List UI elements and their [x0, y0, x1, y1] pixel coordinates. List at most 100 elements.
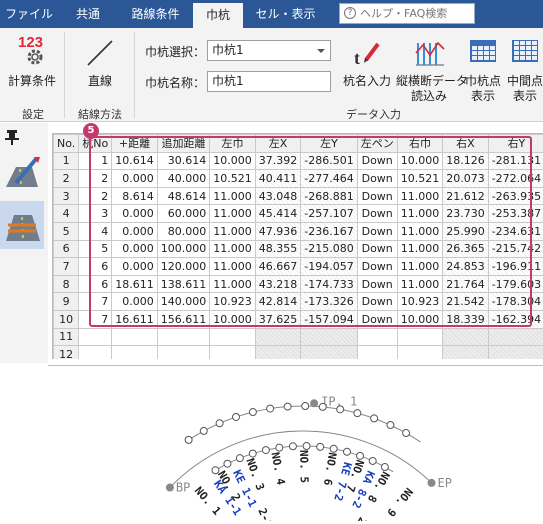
- cell-left-width[interactable]: 10.000: [210, 310, 256, 328]
- cell-left-width[interactable]: 10.923: [210, 293, 256, 311]
- cell-pile-no[interactable]: 5: [79, 240, 112, 258]
- table-row[interactable]: 760.000120.00011.00046.667-194.057Down11…: [54, 258, 543, 276]
- cell-plus-distance[interactable]: 8.614: [112, 187, 158, 205]
- cell-empty[interactable]: [79, 346, 112, 359]
- cell-plus-distance[interactable]: 0.000: [112, 222, 158, 240]
- col-header-right-x[interactable]: 右X: [443, 135, 489, 153]
- cell-plus-distance[interactable]: 0.000: [112, 293, 158, 311]
- col-header-right-y[interactable]: 右Y: [488, 135, 543, 153]
- cell-empty[interactable]: [357, 346, 397, 359]
- pile-select-dropdown[interactable]: 巾杭1: [207, 40, 331, 61]
- pile-point-display-button[interactable]: 巾杭点 表示: [462, 32, 504, 102]
- cell-right-width[interactable]: 11.000: [397, 258, 443, 276]
- cell-left-y[interactable]: -257.107: [301, 205, 357, 223]
- cell-right-y[interactable]: -272.064: [488, 170, 543, 188]
- table-row[interactable]: 220.00040.00010.52140.411-277.464Down10.…: [54, 170, 543, 188]
- table-row[interactable]: 430.00060.00011.00045.414-257.107Down11.…: [54, 205, 543, 223]
- cell-right-width[interactable]: 10.000: [397, 152, 443, 170]
- cell-empty[interactable]: [79, 328, 112, 346]
- cell-pile-no[interactable]: 2: [79, 187, 112, 205]
- cell-added-distance[interactable]: 60.000: [157, 205, 210, 223]
- cell-left-width[interactable]: 10.521: [210, 170, 256, 188]
- cell-left-pen[interactable]: Down: [357, 222, 397, 240]
- cell-left-pen[interactable]: Down: [357, 258, 397, 276]
- cell-left-x[interactable]: 37.625: [255, 310, 301, 328]
- cell-right-x[interactable]: 21.764: [443, 275, 489, 293]
- cell-left-pen[interactable]: Down: [357, 240, 397, 258]
- cell-left-x[interactable]: 43.218: [255, 275, 301, 293]
- straight-line-button[interactable]: 直線: [74, 32, 126, 94]
- name-input-button[interactable]: t 杭名入力: [340, 32, 394, 94]
- cell-empty[interactable]: [255, 328, 301, 346]
- cell-left-width[interactable]: 10.000: [210, 152, 256, 170]
- calc-conditions-button[interactable]: 123 計算条件: [4, 32, 60, 94]
- help-search-input[interactable]: ? ヘルプ・FAQ検索: [339, 3, 475, 24]
- cell-plus-distance[interactable]: 10.614: [112, 152, 158, 170]
- cell-left-pen[interactable]: Down: [357, 152, 397, 170]
- cell-left-x[interactable]: 43.048: [255, 187, 301, 205]
- cell-added-distance[interactable]: 120.000: [157, 258, 210, 276]
- cell-left-width[interactable]: 11.000: [210, 222, 256, 240]
- cell-left-x[interactable]: 46.667: [255, 258, 301, 276]
- cell-left-pen[interactable]: Down: [357, 293, 397, 311]
- tab-route-conditions[interactable]: 路線条件: [118, 0, 193, 28]
- cell-right-y[interactable]: -178.304: [488, 293, 543, 311]
- cell-empty[interactable]: [157, 328, 210, 346]
- cell-left-x[interactable]: 42.814: [255, 293, 301, 311]
- cell-added-distance[interactable]: 138.611: [157, 275, 210, 293]
- cell-left-width[interactable]: 11.000: [210, 240, 256, 258]
- tab-cell-display[interactable]: セル・表示: [243, 0, 328, 28]
- cell-added-distance[interactable]: 156.611: [157, 310, 210, 328]
- cell-right-width[interactable]: 10.000: [397, 310, 443, 328]
- table-row[interactable]: 540.00080.00011.00047.936-236.167Down11.…: [54, 222, 543, 240]
- cell-empty[interactable]: [488, 346, 543, 359]
- cell-left-x[interactable]: 45.414: [255, 205, 301, 223]
- cell-right-width[interactable]: 11.000: [397, 205, 443, 223]
- cell-left-pen[interactable]: Down: [357, 170, 397, 188]
- cell-empty[interactable]: [210, 346, 256, 359]
- plan-view[interactable]: BPEPIP. 1NO. 1NO. 2NO. 3NO. 4NO. 5NO. 6N…: [48, 365, 543, 520]
- cell-empty[interactable]: [112, 346, 158, 359]
- mid-point-display-button[interactable]: 中間点 表示: [504, 32, 543, 102]
- table-row-empty[interactable]: 11: [54, 328, 543, 346]
- table-row[interactable]: 650.000100.00011.00048.355-215.080Down11…: [54, 240, 543, 258]
- cell-left-y[interactable]: -236.167: [301, 222, 357, 240]
- table-row[interactable]: 10716.611156.61110.00037.625-157.094Down…: [54, 310, 543, 328]
- cell-added-distance[interactable]: 80.000: [157, 222, 210, 240]
- cell-right-width[interactable]: 10.521: [397, 170, 443, 188]
- cell-right-y[interactable]: -281.131: [488, 152, 543, 170]
- cell-empty[interactable]: [488, 328, 543, 346]
- cell-right-x[interactable]: 21.612: [443, 187, 489, 205]
- table-row[interactable]: 8618.611138.61111.00043.218-174.733Down1…: [54, 275, 543, 293]
- cell-right-width[interactable]: 11.000: [397, 240, 443, 258]
- cell-pile-no[interactable]: 6: [79, 275, 112, 293]
- cell-left-y[interactable]: -157.094: [301, 310, 357, 328]
- plan-view-canvas[interactable]: BPEPIP. 1NO. 1NO. 2NO. 3NO. 4NO. 5NO. 6N…: [48, 366, 543, 521]
- cell-left-pen[interactable]: Down: [357, 205, 397, 223]
- cell-right-x[interactable]: 26.365: [443, 240, 489, 258]
- cell-left-y[interactable]: -268.881: [301, 187, 357, 205]
- table-row[interactable]: 1110.61430.61410.00037.392-286.501Down10…: [54, 152, 543, 170]
- cell-left-width[interactable]: 11.000: [210, 187, 256, 205]
- cell-empty[interactable]: [301, 346, 357, 359]
- cell-plus-distance[interactable]: 16.611: [112, 310, 158, 328]
- cell-plus-distance[interactable]: 0.000: [112, 205, 158, 223]
- cell-added-distance[interactable]: 30.614: [157, 152, 210, 170]
- cell-left-y[interactable]: -194.057: [301, 258, 357, 276]
- cell-right-x[interactable]: 18.126: [443, 152, 489, 170]
- cell-left-y[interactable]: -215.080: [301, 240, 357, 258]
- cell-right-x[interactable]: 24.853: [443, 258, 489, 276]
- cell-right-y[interactable]: -253.387: [488, 205, 543, 223]
- cell-plus-distance[interactable]: 0.000: [112, 170, 158, 188]
- cell-right-width[interactable]: 11.000: [397, 187, 443, 205]
- cell-left-pen[interactable]: Down: [357, 187, 397, 205]
- cell-added-distance[interactable]: 48.614: [157, 187, 210, 205]
- col-header-no[interactable]: No.: [54, 135, 79, 153]
- cell-right-y[interactable]: -215.742: [488, 240, 543, 258]
- cell-right-y[interactable]: -196.911: [488, 258, 543, 276]
- cell-empty[interactable]: [357, 328, 397, 346]
- cell-left-x[interactable]: 47.936: [255, 222, 301, 240]
- cell-left-y[interactable]: -174.733: [301, 275, 357, 293]
- table-row-empty[interactable]: 12: [54, 346, 543, 359]
- cell-empty[interactable]: [112, 328, 158, 346]
